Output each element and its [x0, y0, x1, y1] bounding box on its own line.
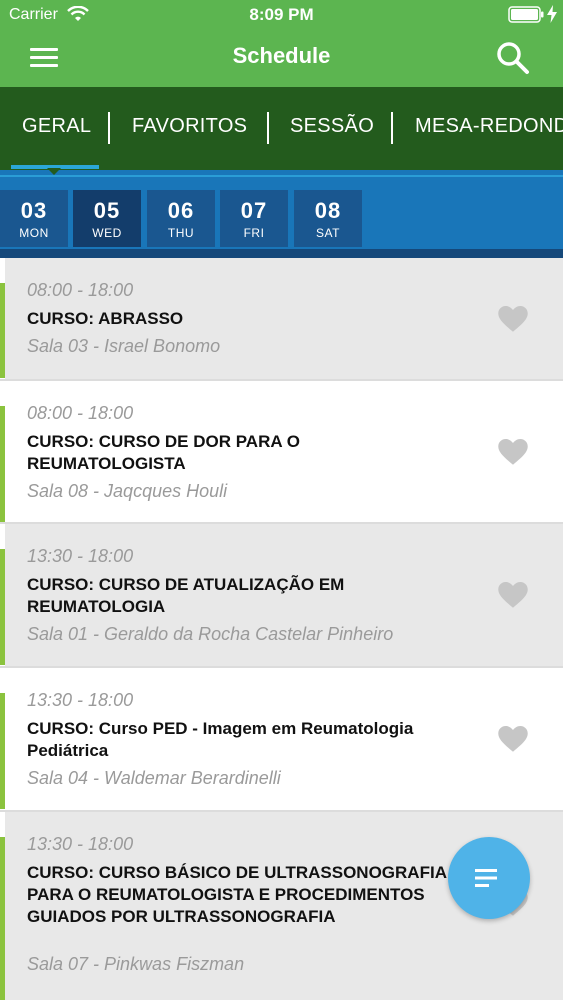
nav-bar: Schedule [0, 30, 563, 87]
page-title: Schedule [232, 43, 331, 68]
session-time: 13:30 - 18:00 [27, 690, 134, 710]
date-weekday: FRI [243, 226, 265, 240]
session-room: Sala 03 - Israel Bonomo [27, 336, 221, 356]
date-number: 05 [93, 198, 121, 223]
session-title: CURSO: CURSO DE DOR PARA O REUMATOLOGIST… [27, 432, 300, 473]
session-accent-bar [0, 549, 5, 665]
battery-icon [508, 6, 544, 23]
search-icon[interactable] [495, 40, 531, 76]
session-time: 08:00 - 18:00 [27, 280, 134, 300]
session-accent-bar [0, 693, 5, 809]
category-tabs: GERAL FAVORITOS SESSÃO MESA-REDONDA [0, 87, 563, 170]
session-title: CURSO: Curso PED - Imagem em Reumatologi… [27, 719, 414, 760]
filter-fab-button[interactable] [448, 837, 530, 919]
date-number: 08 [314, 198, 342, 223]
date-chip-08[interactable]: 08 SAT [294, 190, 362, 247]
session-title: CURSO: ABRASSO [27, 309, 184, 328]
date-number: 06 [167, 198, 195, 223]
favorite-heart-icon[interactable] [498, 439, 528, 466]
date-weekday: WED [92, 226, 122, 240]
tab-separator [267, 112, 269, 144]
date-number: 03 [20, 198, 48, 223]
date-chip-03[interactable]: 03 MON [0, 190, 68, 247]
session-title: CURSO: CURSO DE ATUALIZAÇÃO EM REUMATOLO… [27, 575, 345, 616]
date-weekday: THU [167, 226, 195, 240]
date-selector: 03 MON 05 WED 06 THU 07 FRI 08 SAT [0, 170, 563, 258]
status-bar: Carrier 8:09 PM [0, 0, 563, 30]
session-accent-bar [0, 406, 5, 523]
session-title: CURSO: CURSO BÁSICO DE ULTRASSONOGRAFIA … [27, 863, 447, 926]
session-room: Sala 04 - Waldemar Berardinelli [27, 768, 281, 788]
session-item[interactable]: 08:00 - 18:00 CURSO: CURSO DE DOR PARA O… [0, 381, 563, 524]
charging-bolt-icon [547, 5, 557, 23]
tab-mesa-redonda[interactable]: MESA-REDONDA [415, 115, 563, 138]
session-accent-bar [0, 837, 5, 1000]
date-chip-07[interactable]: 07 FRI [220, 190, 288, 247]
date-chip-06[interactable]: 06 THU [147, 190, 215, 247]
tab-separator [108, 112, 110, 144]
status-time: 8:09 PM [249, 5, 314, 24]
date-weekday: SAT [316, 226, 340, 240]
session-room: Sala 08 - Jaqcques Houli [27, 481, 228, 501]
tab-geral[interactable]: GERAL [22, 115, 91, 138]
session-item[interactable]: 13:30 - 18:00 CURSO: Curso PED - Imagem … [0, 668, 563, 810]
session-item[interactable]: 08:00 - 18:00 CURSO: ABRASSO Sala 03 - I… [0, 258, 563, 379]
filter-list-icon [475, 869, 497, 887]
tab-favoritos[interactable]: FAVORITOS [132, 115, 247, 138]
date-number: 07 [240, 198, 268, 223]
session-time: 13:30 - 18:00 [27, 834, 134, 854]
tab-sessao[interactable]: SESSÃO [290, 115, 374, 138]
session-accent-bar [0, 283, 5, 378]
session-item[interactable]: 13:30 - 18:00 CURSO: CURSO DE ATUALIZAÇÃ… [0, 524, 563, 666]
session-room: Sala 07 - Pinkwas Fiszman [27, 954, 245, 974]
favorite-heart-icon[interactable] [498, 582, 528, 609]
date-weekday: MON [19, 226, 49, 240]
tab-separator [391, 112, 393, 144]
favorite-heart-icon[interactable] [498, 306, 528, 333]
session-room: Sala 01 - Geraldo da Rocha Castelar Pinh… [27, 624, 394, 644]
tab-caret-icon [47, 168, 61, 175]
session-time: 08:00 - 18:00 [27, 403, 134, 423]
date-chip-05[interactable]: 05 WED [73, 190, 141, 247]
favorite-heart-icon[interactable] [498, 726, 528, 753]
session-time: 13:30 - 18:00 [27, 546, 134, 566]
